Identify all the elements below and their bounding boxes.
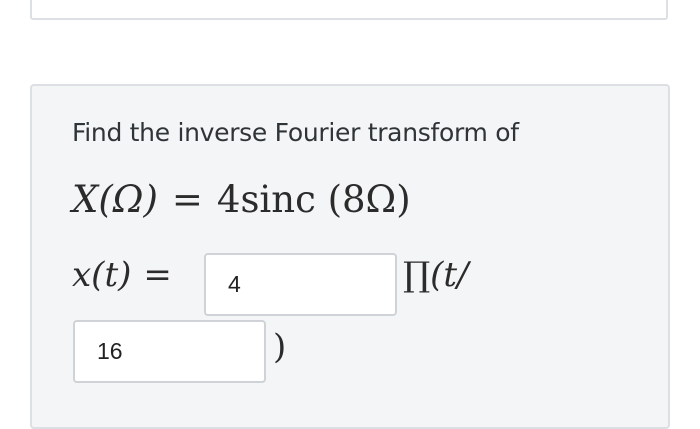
rect-argument-start: (t/	[430, 255, 469, 295]
amplitude-input[interactable]: 4	[204, 253, 397, 316]
given-equation: X(Ω) = 4sinc (8Ω)	[72, 178, 411, 221]
given-lhs: X(Ω)	[72, 178, 158, 221]
rect-symbol: ∏	[403, 255, 431, 295]
width-input[interactable]: 16	[73, 320, 266, 383]
given-equals: =	[171, 178, 203, 221]
closing-paren: )	[273, 327, 287, 367]
answer-lhs: x(t)	[72, 255, 132, 295]
given-rhs: 4sinc (8Ω)	[216, 178, 411, 221]
answer-equals: =	[143, 255, 172, 295]
rect-function: ∏(t/	[403, 255, 468, 295]
question-prompt: Find the inverse Fourier transform of	[72, 118, 519, 147]
answer-equation-lhs: x(t) =	[72, 255, 172, 295]
previous-question-card	[30, 0, 668, 20]
